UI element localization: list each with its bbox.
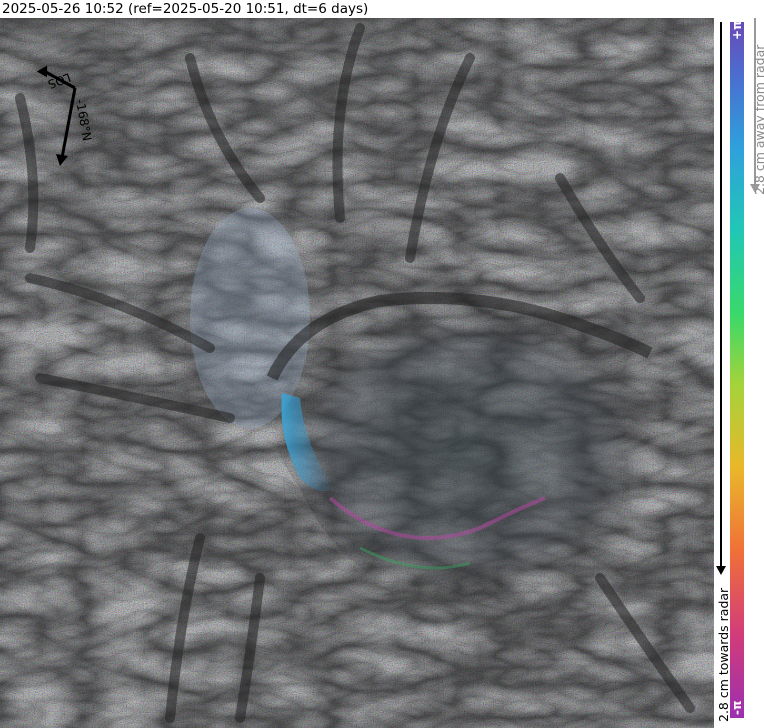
los-compass-icon: LOS -168°N bbox=[36, 65, 94, 166]
away-from-radar-label: 2.8 cm away from radar bbox=[752, 44, 764, 195]
interferogram-map[interactable]: LOS -168°N bbox=[0, 18, 714, 728]
colorbar-top-label: +π bbox=[730, 20, 744, 40]
phase-colorbar bbox=[730, 22, 744, 718]
towards-arrow-line bbox=[720, 22, 722, 570]
heading-label: -168°N bbox=[73, 98, 94, 142]
towards-radar-label: 2.8 cm towards radar bbox=[716, 587, 731, 722]
towards-arrow-icon bbox=[716, 566, 726, 575]
terrain-phase-image bbox=[0, 18, 714, 728]
image-title: 2025-05-26 10:52 (ref=2025-05-20 10:51, … bbox=[2, 1, 369, 17]
